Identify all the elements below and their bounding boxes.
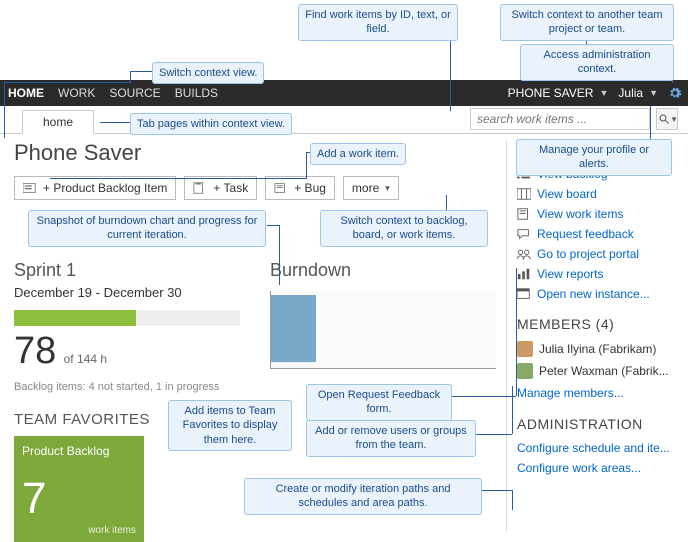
sprint-progress[interactable]: Sprint 1 December 19 - December 30 78 of… [14,260,240,393]
member-row[interactable]: Julia Ilyina (Fabrikam) [517,338,674,360]
burndown-block[interactable]: Burndown [270,260,496,393]
activity-view-work-items[interactable]: View work items [517,204,674,224]
window-icon [517,288,531,300]
avatar [517,341,533,357]
favorite-tile-title: Product Backlog [22,444,136,458]
link-label: View board [537,187,597,201]
link-label: Open new instance... [537,287,650,301]
new-task-label: + Task [213,181,248,195]
new-task-button[interactable]: + Task [184,176,257,200]
new-pbi-label: + Product Backlog Item [43,181,167,195]
callout-tab-pages: Tab pages within context view. [130,113,292,135]
member-row[interactable]: Peter Waxman (Fabrik... [517,360,674,382]
progress-bar [14,310,240,326]
administration-heading: ADMINISTRATION [517,416,674,432]
sprint-title: Sprint 1 [14,260,240,281]
pbi-icon [23,182,37,194]
task-icon [193,182,207,194]
more-button[interactable]: more ▾ [343,176,399,200]
burndown-chart [270,291,496,369]
new-bug-button[interactable]: + Bug [265,176,335,200]
callout-switch-backlog: Switch context to backlog, board, or wor… [320,210,488,247]
nav-home[interactable]: HOME [8,86,44,100]
activity-view-board[interactable]: View board [517,184,674,204]
user-menu[interactable]: Julia ▼ [618,86,658,100]
burndown-title: Burndown [270,260,496,281]
search-input[interactable] [470,108,650,130]
configure-schedule-link[interactable]: Configure schedule and ite... [517,441,670,455]
callout-admin-ctx: Access administration context. [520,44,674,81]
favorite-tile-sub: work items [88,525,136,536]
more-label: more [352,181,379,195]
callout-switch-view: Switch context view. [152,62,264,84]
new-item-row: + Product Backlog Item + Task + Bug more… [14,176,496,200]
chevron-down-icon: ▼ [649,88,658,98]
page-title: Phone Saver [14,140,496,166]
activity-request-feedback[interactable]: Request feedback [517,224,674,244]
feedback-icon [517,228,531,240]
hours-total: of 144 h [64,352,107,366]
search-icon [658,113,670,125]
activities-list: View backlog View board View work items … [517,164,674,304]
new-bug-label: + Bug [294,181,326,195]
new-pbi-button[interactable]: + Product Backlog Item [14,176,176,200]
reports-icon [517,268,531,280]
bug-icon [274,182,288,194]
search-button[interactable]: ▾ [656,108,678,130]
project-switcher[interactable]: PHONE SAVER ▼ [508,86,609,100]
member-name: Julia Ilyina (Fabrikam) [539,342,656,356]
member-name: Peter Waxman (Fabrik... [539,364,669,378]
portal-icon [517,248,531,260]
items-icon [517,208,531,220]
avatar [517,363,533,379]
favorite-tile-count: 7 [22,474,46,524]
project-name: PHONE SAVER [508,86,594,100]
activity-view-reports[interactable]: View reports [517,264,674,284]
link-label: View reports [537,267,603,281]
callout-switch-team: Switch context to another team project o… [500,4,674,41]
members-heading: MEMBERS (4) [517,316,674,332]
link-label: Go to project portal [537,247,639,261]
nav-source[interactable]: SOURCE [109,86,160,100]
activity-project-portal[interactable]: Go to project portal [517,244,674,264]
callout-open-feedback: Open Request Feedback form. [306,384,452,421]
configure-work-areas-link[interactable]: Configure work areas... [517,461,641,475]
callout-add-item: Add a work item. [310,143,406,165]
favorite-tile-backlog[interactable]: Product Backlog 7 work items [14,436,144,542]
callout-profile: Manage your profile or alerts. [516,139,672,176]
chevron-down-icon: ▾ [385,183,390,194]
callout-snapshot: Snapshot of burndown chart and progress … [28,210,266,247]
manage-members-link[interactable]: Manage members... [517,386,624,400]
gear-icon[interactable] [668,86,682,100]
progress-bar-fill [14,310,136,326]
top-nav: HOME WORK SOURCE BUILDS PHONE SAVER ▼ Ju… [0,80,688,106]
board-icon [517,188,531,200]
user-name: Julia [618,86,643,100]
nav-builds[interactable]: BUILDS [175,86,218,100]
hours-completed: 78 [14,330,56,373]
sprint-dates: December 19 - December 30 [14,285,240,300]
callout-team-fav-hint: Add items to Team Favorites to display t… [168,400,292,451]
link-label: Request feedback [537,227,634,241]
callout-add-users: Add or remove users or groups from the t… [306,420,476,457]
chevron-down-icon: ▾ [672,114,677,125]
sub-nav: home ▾ [0,106,688,134]
link-label: View work items [537,207,623,221]
callout-find-items: Find work items by ID, text, or field. [298,4,458,41]
chevron-down-icon: ▼ [599,88,608,98]
nav-work[interactable]: WORK [58,86,95,100]
backlog-status-note: Backlog items: 4 not started, 1 in progr… [14,381,240,393]
activity-open-new-instance[interactable]: Open new instance... [517,284,674,304]
callout-iteration-paths: Create or modify iteration paths and sch… [244,478,482,515]
tab-home[interactable]: home [22,110,94,134]
